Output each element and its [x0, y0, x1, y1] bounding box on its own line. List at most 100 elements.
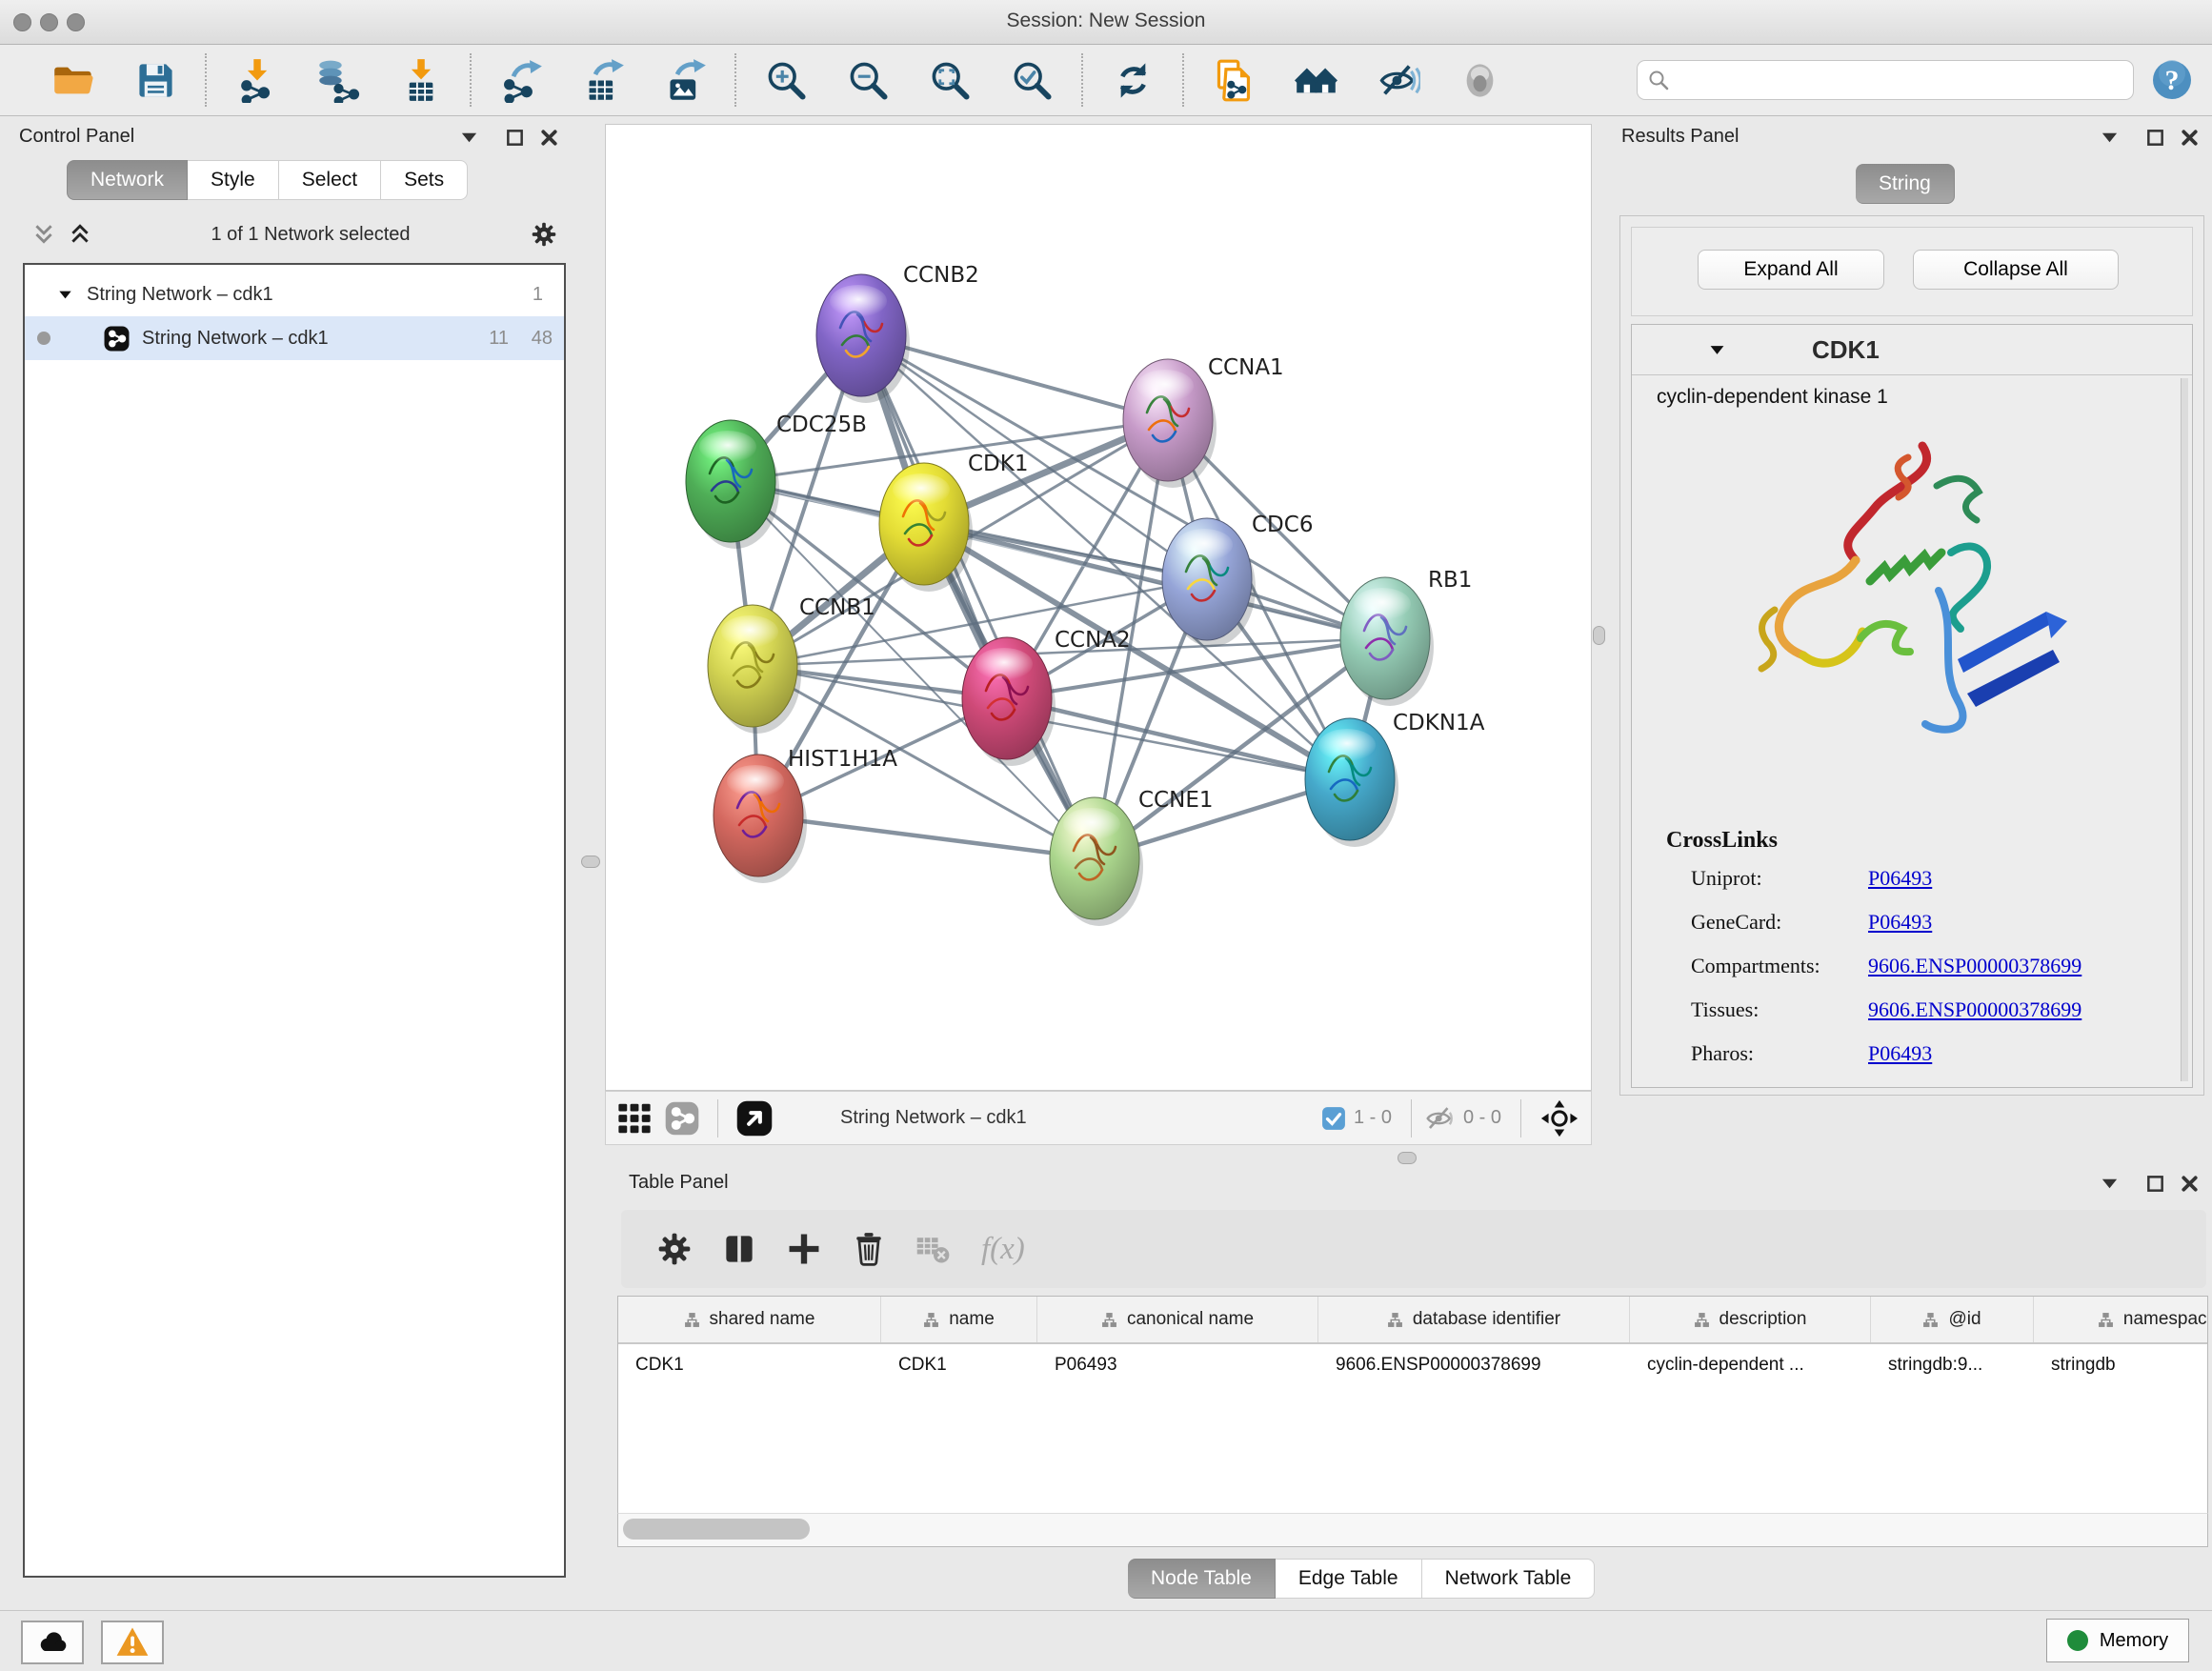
network-canvas[interactable]: CCNB2CCNA1CDC25BCDK1CDC6RB1CCNB1CCNA2CDK…: [605, 124, 1592, 1091]
table-panel-close-icon[interactable]: [2180, 1174, 2200, 1194]
selected-checkbox-icon[interactable]: [1321, 1106, 1346, 1131]
expand-all-networks-icon[interactable]: [69, 223, 91, 246]
gene-section-header[interactable]: CDK1: [1632, 325, 2192, 375]
grid-view-icon[interactable]: [617, 1101, 652, 1136]
tab-node-table[interactable]: Node Table: [1128, 1559, 1276, 1599]
export-network-button[interactable]: [480, 50, 562, 111]
hide-selected-button[interactable]: [1357, 50, 1438, 111]
network-collection-row[interactable]: String Network – cdk1 1: [25, 272, 564, 316]
import-network-file-button[interactable]: [215, 50, 297, 111]
delete-column-icon[interactable]: [850, 1230, 888, 1268]
results-panel-float-icon[interactable]: [2145, 128, 2165, 148]
results-panel-close-icon[interactable]: [2180, 128, 2200, 148]
control-panel-close-icon[interactable]: [539, 128, 559, 148]
collapse-triangle-icon[interactable]: [1708, 341, 1726, 359]
help-button[interactable]: [2151, 59, 2193, 101]
column-header-description[interactable]: description: [1630, 1297, 1871, 1342]
table-panel-dropdown-icon[interactable]: [2100, 1174, 2120, 1194]
left-panel-divider-handle[interactable]: [581, 856, 600, 868]
zoom-in-button[interactable]: [745, 50, 827, 111]
tab-network-table[interactable]: Network Table: [1422, 1559, 1596, 1599]
network-node-HIST1H1A[interactable]: [714, 755, 807, 883]
export-table-button[interactable]: [562, 50, 644, 111]
network-row[interactable]: String Network – cdk1 11 48: [25, 316, 564, 360]
network-node-CCNA1[interactable]: [1123, 359, 1217, 488]
import-network-database-button[interactable]: [297, 50, 379, 111]
column-header-database-identifier[interactable]: database identifier: [1318, 1297, 1630, 1342]
search-input[interactable]: [1678, 69, 2123, 91]
crosslink-value-link[interactable]: 9606.ENSP00000378699: [1868, 997, 2081, 1022]
tab-sets[interactable]: Sets: [381, 160, 468, 200]
network-node-CCNB1[interactable]: [708, 605, 801, 734]
network-node-CCNB2[interactable]: [816, 274, 910, 403]
network-node-RB1[interactable]: [1340, 577, 1434, 706]
table-hscrollbar[interactable]: [617, 1513, 2208, 1547]
collapse-all-networks-icon[interactable]: [32, 223, 55, 246]
tab-edge-table[interactable]: Edge Table: [1276, 1559, 1422, 1599]
table-hscroll-thumb[interactable]: [623, 1519, 810, 1540]
results-scrollbar[interactable]: [2181, 378, 2188, 1081]
cloud-button[interactable]: [21, 1621, 84, 1664]
birds-eye-view-icon[interactable]: [736, 1100, 773, 1137]
crosshair-icon[interactable]: [1539, 1098, 1579, 1138]
clone-network-button[interactable]: [1193, 50, 1275, 111]
collapse-all-button[interactable]: Collapse All: [1913, 250, 2119, 290]
node-label-CCNA1: CCNA1: [1208, 355, 1284, 380]
table-cell[interactable]: P06493: [1037, 1344, 1318, 1386]
control-panel-float-icon[interactable]: [505, 128, 525, 148]
open-session-button[interactable]: [32, 50, 114, 111]
bottom-panel-divider-handle[interactable]: [1398, 1152, 1417, 1164]
column-header-namespace[interactable]: namespace: [2034, 1297, 2208, 1342]
network-node-CDKN1A[interactable]: [1305, 718, 1398, 847]
column-header-@id[interactable]: @id: [1871, 1297, 2034, 1342]
table-cell[interactable]: CDK1: [881, 1344, 1037, 1386]
network-node-CCNA2[interactable]: [962, 637, 1056, 766]
network-node-CDK1[interactable]: [879, 463, 973, 592]
crosslink-value-link[interactable]: P06493: [1868, 866, 1932, 891]
zoom-out-button[interactable]: [827, 50, 909, 111]
right-panel-divider-handle[interactable]: [1593, 626, 1605, 645]
network-edge-CCNB2-CCNE1[interactable]: [861, 335, 1095, 858]
network-node-CDC6[interactable]: [1162, 518, 1256, 647]
crosslink-value-link[interactable]: P06493: [1868, 910, 1932, 935]
column-header-canonical-name[interactable]: canonical name: [1037, 1297, 1318, 1342]
add-column-icon[interactable]: [785, 1230, 823, 1268]
column-header-shared-name[interactable]: shared name: [618, 1297, 881, 1342]
memory-button[interactable]: Memory: [2046, 1619, 2189, 1662]
table-panel-float-icon[interactable]: [2145, 1174, 2165, 1194]
search-box[interactable]: [1637, 60, 2134, 100]
table-row[interactable]: CDK1CDK1P064939606.ENSP00000378699cyclin…: [618, 1344, 2207, 1386]
zoom-selected-button[interactable]: [991, 50, 1073, 111]
column-header-name[interactable]: name: [881, 1297, 1037, 1342]
show-columns-icon[interactable]: [720, 1230, 758, 1268]
table-cell[interactable]: stringdb: [2034, 1344, 2208, 1386]
zoom-fit-button[interactable]: [909, 50, 991, 111]
expand-all-button[interactable]: Expand All: [1698, 250, 1884, 290]
crosslink-value-link[interactable]: 9606.ENSP00000378699: [1868, 954, 2081, 978]
tab-network[interactable]: Network: [67, 160, 188, 200]
apply-layout-button[interactable]: [1092, 50, 1174, 111]
table-cell[interactable]: cyclin-dependent ...: [1630, 1344, 1871, 1386]
table-cell[interactable]: CDK1: [618, 1344, 881, 1386]
table-cell[interactable]: stringdb:9...: [1871, 1344, 2034, 1386]
network-edge-HIST1H1A-CCNE1[interactable]: [758, 815, 1095, 858]
tab-string[interactable]: String: [1856, 164, 1955, 204]
crosslink-value-link[interactable]: P06493: [1868, 1041, 1932, 1066]
network-node-CCNE1[interactable]: [1050, 797, 1143, 926]
column-type-icon: [1922, 1312, 1939, 1328]
share-view-icon[interactable]: [665, 1101, 699, 1136]
export-image-button[interactable]: [644, 50, 726, 111]
table-settings-gear-icon[interactable]: [655, 1230, 694, 1268]
show-all-button[interactable]: [1438, 50, 1520, 111]
network-graph[interactable]: CCNB2CCNA1CDC25BCDK1CDC6RB1CCNB1CCNA2CDK…: [606, 125, 1591, 1090]
network-options-gear-icon[interactable]: [530, 220, 558, 249]
table-cell[interactable]: 9606.ENSP00000378699: [1318, 1344, 1630, 1386]
tab-style[interactable]: Style: [188, 160, 279, 200]
first-neighbors-button[interactable]: [1275, 50, 1357, 111]
save-session-button[interactable]: [114, 50, 196, 111]
tab-select[interactable]: Select: [279, 160, 381, 200]
control-panel-dropdown-icon[interactable]: [459, 128, 479, 148]
import-table-button[interactable]: [379, 50, 461, 111]
warnings-button[interactable]: [101, 1621, 164, 1664]
results-panel-dropdown-icon[interactable]: [2100, 128, 2120, 148]
